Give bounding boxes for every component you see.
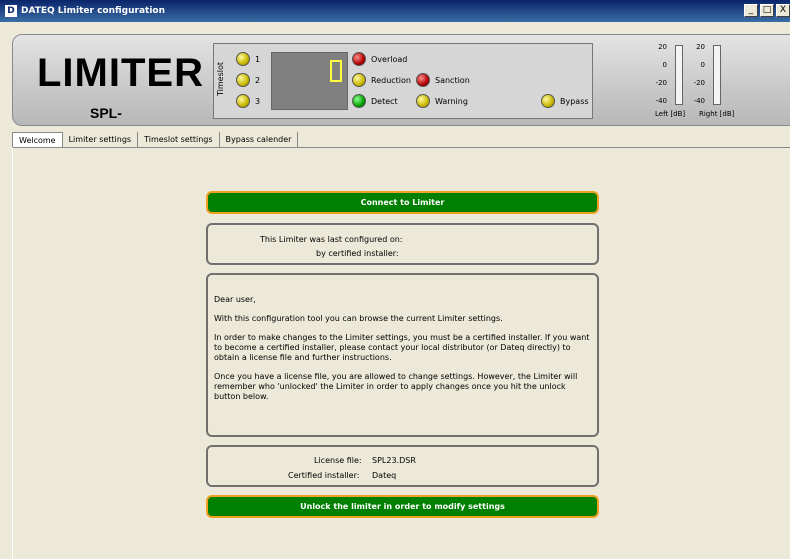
tab-bar: Welcome Limiter settings Timeslot settin… bbox=[12, 132, 299, 148]
overload-label: Overload bbox=[371, 54, 408, 64]
message-box: Dear user, With this configuration tool … bbox=[206, 273, 599, 437]
status-indicator-panel: Timeslot 1 2 3 Overload Reduction Detect bbox=[213, 43, 593, 119]
connect-button[interactable]: Connect to Limiter bbox=[206, 191, 599, 214]
sanction-led-icon bbox=[416, 73, 430, 87]
window-title: DATEQ Limiter configuration bbox=[21, 6, 166, 16]
message-line-1: With this configuration tool you can bro… bbox=[214, 314, 503, 323]
left-scale-minus20: -20 bbox=[655, 79, 667, 87]
right-scale-20: 20 bbox=[696, 43, 705, 51]
timeslot-3-indicator: 3 bbox=[236, 94, 260, 108]
bypass-indicator: Bypass bbox=[541, 94, 589, 108]
app-icon: D bbox=[5, 5, 17, 17]
timeslot-3-label: 3 bbox=[255, 96, 261, 106]
message-line-2: In order to make changes to the Limiter … bbox=[214, 333, 590, 362]
sanction-indicator: Sanction bbox=[416, 73, 470, 87]
right-scale-minus20: -20 bbox=[693, 79, 705, 87]
certified-installer-label: Certified installer: bbox=[288, 471, 360, 480]
timeslot-3-led-icon bbox=[236, 94, 250, 108]
timeslot-1-label: 1 bbox=[255, 54, 261, 64]
bypass-led-icon bbox=[541, 94, 555, 108]
timeslot-2-led-icon bbox=[236, 73, 250, 87]
tab-timeslot-settings[interactable]: Timeslot settings bbox=[138, 132, 220, 148]
right-meter-label: Right [dB] bbox=[699, 110, 735, 118]
overload-led-icon bbox=[352, 52, 366, 66]
license-file-label: License file: bbox=[314, 456, 362, 465]
timeslot-2-indicator: 2 bbox=[236, 73, 260, 87]
last-configured-label: This Limiter was last configured on: bbox=[260, 235, 403, 244]
overload-indicator: Overload bbox=[352, 52, 407, 66]
message-line-3: Once you have a license file, you are al… bbox=[214, 372, 578, 401]
right-scale-0: 0 bbox=[700, 61, 705, 69]
reduction-led-icon bbox=[352, 73, 366, 87]
license-info-box: License file: SPL23.DSR Certified instal… bbox=[206, 445, 599, 487]
segment-digit bbox=[330, 60, 342, 82]
timeslot-1-indicator: 1 bbox=[236, 52, 260, 66]
right-level-meter bbox=[713, 45, 721, 105]
tab-welcome[interactable]: Welcome bbox=[12, 132, 63, 148]
detect-indicator: Detect bbox=[352, 94, 398, 108]
unlock-button[interactable]: Unlock the limiter in order to modify se… bbox=[206, 495, 599, 518]
timeslot-label: Timeslot bbox=[216, 62, 225, 96]
config-info-box: This Limiter was last configured on: by … bbox=[206, 223, 599, 265]
left-scale-0: 0 bbox=[662, 61, 667, 69]
left-scale-20: 20 bbox=[658, 43, 667, 51]
left-meter-label: Left [dB] bbox=[655, 110, 686, 118]
bypass-label: Bypass bbox=[560, 96, 589, 106]
certified-installer-value: Dateq bbox=[372, 471, 397, 480]
reduction-label: Reduction bbox=[371, 75, 411, 85]
detect-led-icon bbox=[352, 94, 366, 108]
message-greeting: Dear user, bbox=[214, 295, 256, 304]
minimize-button[interactable]: _ bbox=[744, 4, 758, 17]
level-meters: 20 0 -20 -40 20 0 -20 -40 Left [dB] Righ… bbox=[653, 37, 790, 125]
reduction-indicator: Reduction bbox=[352, 73, 411, 87]
tab-bypass-calender[interactable]: Bypass calender bbox=[220, 132, 299, 148]
timeslot-2-label: 2 bbox=[255, 75, 261, 85]
left-scale-minus40: -40 bbox=[655, 97, 667, 105]
timeslot-1-led-icon bbox=[236, 52, 250, 66]
right-scale-minus40: -40 bbox=[693, 97, 705, 105]
license-file-value: SPL23.DSR bbox=[372, 456, 416, 465]
logo-subtitle: SPL- bbox=[90, 105, 122, 121]
left-level-meter bbox=[675, 45, 683, 105]
maximize-button[interactable]: □ bbox=[760, 4, 774, 17]
warning-led-icon bbox=[416, 94, 430, 108]
warning-indicator: Warning bbox=[416, 94, 468, 108]
installer-label: by certified installer: bbox=[316, 249, 399, 258]
warning-label: Warning bbox=[435, 96, 468, 106]
detect-label: Detect bbox=[371, 96, 398, 106]
logo-title: LIMITER bbox=[37, 51, 204, 95]
limiter-header-panel: LIMITER SPL- Timeslot 1 2 3 Overload Red… bbox=[12, 34, 790, 126]
close-button[interactable]: X bbox=[776, 4, 790, 17]
title-bar: D DATEQ Limiter configuration _ □ X bbox=[0, 0, 790, 22]
sanction-label: Sanction bbox=[435, 75, 470, 85]
tab-limiter-settings[interactable]: Limiter settings bbox=[63, 132, 139, 148]
